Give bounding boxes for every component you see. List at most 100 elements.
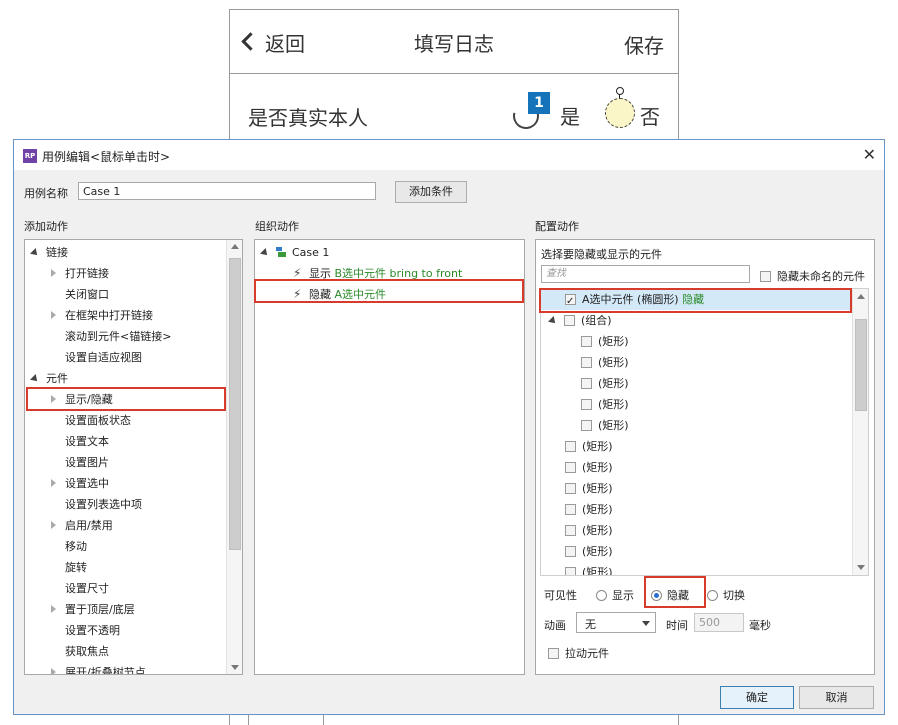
widget-row[interactable]: (矩形): [565, 478, 613, 499]
widget-label: (矩形): [598, 419, 629, 432]
save-button[interactable]: 保存: [624, 30, 664, 59]
identity-question: 是否真实本人: [248, 106, 368, 130]
cancel-button[interactable]: 取消: [799, 686, 874, 709]
widget-row[interactable]: (矩形): [581, 373, 629, 394]
add-action-item[interactable]: 设置尺寸: [51, 578, 109, 599]
time-input[interactable]: 500: [694, 613, 744, 632]
collapsed-triangle-icon[interactable]: [51, 479, 56, 487]
widget-checkbox-icon[interactable]: [565, 524, 576, 536]
add-action-scrollbar[interactable]: [226, 240, 242, 674]
yes-label: 是: [560, 105, 580, 129]
add-action-panel: 链接 打开链接 关闭窗口 在框架中打开链接 滚动到元件<锚链接> 设置自适应视图 元件 显示/…: [24, 239, 243, 675]
add-condition-button[interactable]: 添加条件: [395, 181, 467, 203]
widget-row[interactable]: (矩形): [565, 457, 613, 478]
radio-toggle[interactable]: 切换: [707, 587, 745, 603]
case-node[interactable]: Case 1: [260, 242, 330, 263]
widget-row[interactable]: (矩形): [581, 331, 629, 352]
scroll-thumb[interactable]: [229, 258, 241, 550]
add-action-item[interactable]: 设置图片: [51, 452, 109, 473]
widget-checkbox-icon[interactable]: [565, 440, 576, 452]
add-action-item[interactable]: 设置选中: [51, 473, 109, 494]
add-action-item[interactable]: 设置自适应视图: [51, 347, 142, 368]
widget-list: A选中元件 (椭圆形) 隐藏(组合)(矩形)(矩形)(矩形)(矩形)(矩形)(矩…: [540, 288, 869, 576]
add-action-item[interactable]: 滚动到元件<锚链接>: [51, 326, 171, 347]
add-action-item-label: 设置自适应视图: [65, 351, 142, 364]
widget-checkbox-icon[interactable]: [581, 335, 592, 347]
scroll-down-icon[interactable]: [857, 565, 865, 570]
widget-row[interactable]: (矩形): [565, 541, 613, 562]
widget-label: (矩形): [582, 545, 613, 558]
hide-unnamed-checkbox[interactable]: 隐藏未命名的元件: [760, 268, 865, 284]
select-widgets-label: 选择要隐藏或显示的元件: [541, 248, 662, 261]
widget-checkbox-icon[interactable]: [565, 545, 576, 557]
scroll-down-icon[interactable]: [231, 665, 239, 670]
add-action-item[interactable]: 启用/禁用: [51, 515, 113, 536]
dialog-title: 用例编辑<鼠标单击时>: [42, 150, 171, 164]
widget-row[interactable]: (矩形): [565, 436, 613, 457]
widget-row[interactable]: (矩形): [565, 562, 613, 575]
scroll-up-icon[interactable]: [857, 294, 865, 299]
widget-checkbox-icon[interactable]: [581, 377, 592, 389]
close-icon[interactable]: ✕: [863, 145, 876, 164]
case-name-input[interactable]: Case 1: [78, 182, 376, 200]
widget-checkbox-icon[interactable]: [581, 356, 592, 368]
widget-checkbox-icon[interactable]: [564, 314, 575, 326]
widget-checkbox-icon[interactable]: [581, 419, 592, 431]
checkbox-icon: [548, 647, 559, 659]
add-action-item-label: 设置文本: [65, 435, 109, 448]
add-action-item[interactable]: 链接: [30, 242, 68, 263]
widget-checkbox-icon[interactable]: [565, 461, 576, 473]
widget-row[interactable]: (矩形): [581, 415, 629, 436]
expanded-triangle-icon[interactable]: [30, 248, 40, 258]
add-action-header: 添加动作: [24, 220, 68, 233]
widget-row[interactable]: (矩形): [565, 520, 613, 541]
widget-row[interactable]: (矩形): [565, 499, 613, 520]
animation-select[interactable]: 无: [576, 612, 656, 633]
pull-widgets-checkbox[interactable]: 拉动元件: [548, 645, 609, 661]
expanded-triangle-icon[interactable]: [548, 316, 558, 326]
add-action-item[interactable]: 设置文本: [51, 431, 109, 452]
widget-checkbox-icon[interactable]: [565, 566, 576, 575]
add-action-item[interactable]: 设置面板状态: [51, 410, 131, 431]
widget-list-scrollbar[interactable]: [852, 289, 868, 575]
add-action-item[interactable]: 打开链接: [51, 263, 109, 284]
add-action-item[interactable]: 元件: [30, 368, 68, 389]
widget-row[interactable]: (组合): [548, 310, 612, 331]
add-action-item-label: 移动: [65, 540, 87, 553]
radio-icon: [707, 589, 718, 601]
add-action-item-label: 置于顶层/底层: [65, 603, 135, 616]
add-action-item[interactable]: 设置不透明: [51, 620, 120, 641]
widget-label: (矩形): [582, 503, 613, 516]
widget-checkbox-icon[interactable]: [581, 398, 592, 410]
add-action-item[interactable]: 设置列表选中项: [51, 494, 142, 515]
expanded-triangle-icon[interactable]: [260, 248, 270, 258]
case-label: Case 1: [292, 246, 330, 259]
add-action-item[interactable]: 移动: [51, 536, 87, 557]
collapsed-triangle-icon[interactable]: [51, 668, 56, 674]
radio-show[interactable]: 显示: [596, 587, 634, 603]
animation-label: 动画: [544, 619, 566, 632]
widget-checkbox-icon[interactable]: [565, 482, 576, 494]
collapsed-triangle-icon[interactable]: [51, 311, 56, 319]
add-action-item[interactable]: 关闭窗口: [51, 284, 109, 305]
add-action-item[interactable]: 获取焦点: [51, 641, 109, 662]
collapsed-triangle-icon[interactable]: [51, 521, 56, 529]
widget-checkbox-icon[interactable]: [565, 503, 576, 515]
widget-row[interactable]: (矩形): [581, 352, 629, 373]
widget-row[interactable]: (矩形): [581, 394, 629, 415]
scroll-thumb[interactable]: [855, 319, 867, 411]
ok-button[interactable]: 确定: [720, 686, 794, 709]
no-radio-circle-selected[interactable]: [605, 98, 635, 128]
time-label: 时间: [666, 619, 688, 632]
add-action-item[interactable]: 旋转: [51, 557, 87, 578]
add-action-item-label: 链接: [46, 246, 68, 259]
add-action-item[interactable]: 展开/折叠树节点: [51, 662, 146, 674]
add-action-item[interactable]: 在框架中打开链接: [51, 305, 153, 326]
add-action-item[interactable]: 置于顶层/底层: [51, 599, 135, 620]
expanded-triangle-icon[interactable]: [30, 374, 40, 384]
widget-search-input[interactable]: 查找: [541, 265, 750, 283]
collapsed-triangle-icon[interactable]: [51, 269, 56, 277]
rotate-handle[interactable]: [616, 87, 624, 95]
collapsed-triangle-icon[interactable]: [51, 605, 56, 613]
scroll-up-icon[interactable]: [231, 244, 239, 249]
